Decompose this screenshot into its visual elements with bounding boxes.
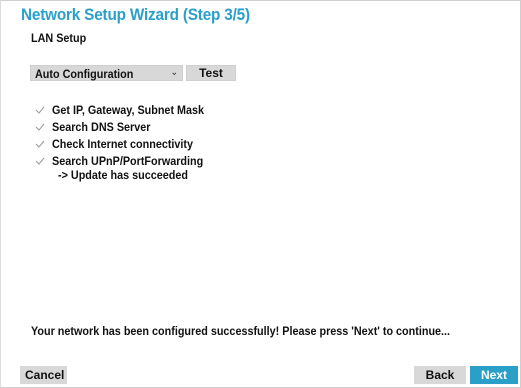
check-icon: [35, 106, 45, 114]
wizard-title: Network Setup Wizard (Step 3/5): [21, 5, 250, 24]
step-label: Get IP, Gateway, Subnet Mask: [52, 102, 205, 117]
section-title: LAN Setup: [31, 31, 87, 45]
configuration-mode-select[interactable]: Auto Configuration ⌄: [30, 65, 183, 81]
step-label: Search DNS Server: [52, 119, 151, 134]
wizard-window: Network Setup Wizard (Step 3/5) LAN Setu…: [0, 0, 521, 388]
check-icon: [35, 140, 45, 148]
step-item: Search UPnP/PortForwarding: [35, 152, 221, 169]
result-status-text: -> Update has succeeded: [58, 168, 188, 182]
next-button[interactable]: Next: [470, 366, 518, 384]
step-label: Search UPnP/PortForwarding: [52, 153, 204, 168]
check-icon: [35, 123, 45, 131]
chevron-down-icon: ⌄: [170, 67, 178, 78]
back-button[interactable]: Back: [414, 366, 466, 384]
step-label: Check Internet connectivity: [52, 136, 194, 151]
check-icon: [35, 157, 45, 165]
test-button[interactable]: Test: [186, 65, 236, 81]
cancel-button[interactable]: Cancel: [20, 366, 67, 384]
configuration-mode-value: Auto Configuration: [35, 67, 134, 81]
progress-step-list: Get IP, Gateway, Subnet Mask Search DNS …: [35, 101, 221, 169]
step-item: Get IP, Gateway, Subnet Mask: [35, 101, 221, 118]
status-message: Your network has been configured success…: [31, 324, 451, 338]
step-item: Check Internet connectivity: [35, 135, 221, 152]
step-item: Search DNS Server: [35, 118, 221, 135]
